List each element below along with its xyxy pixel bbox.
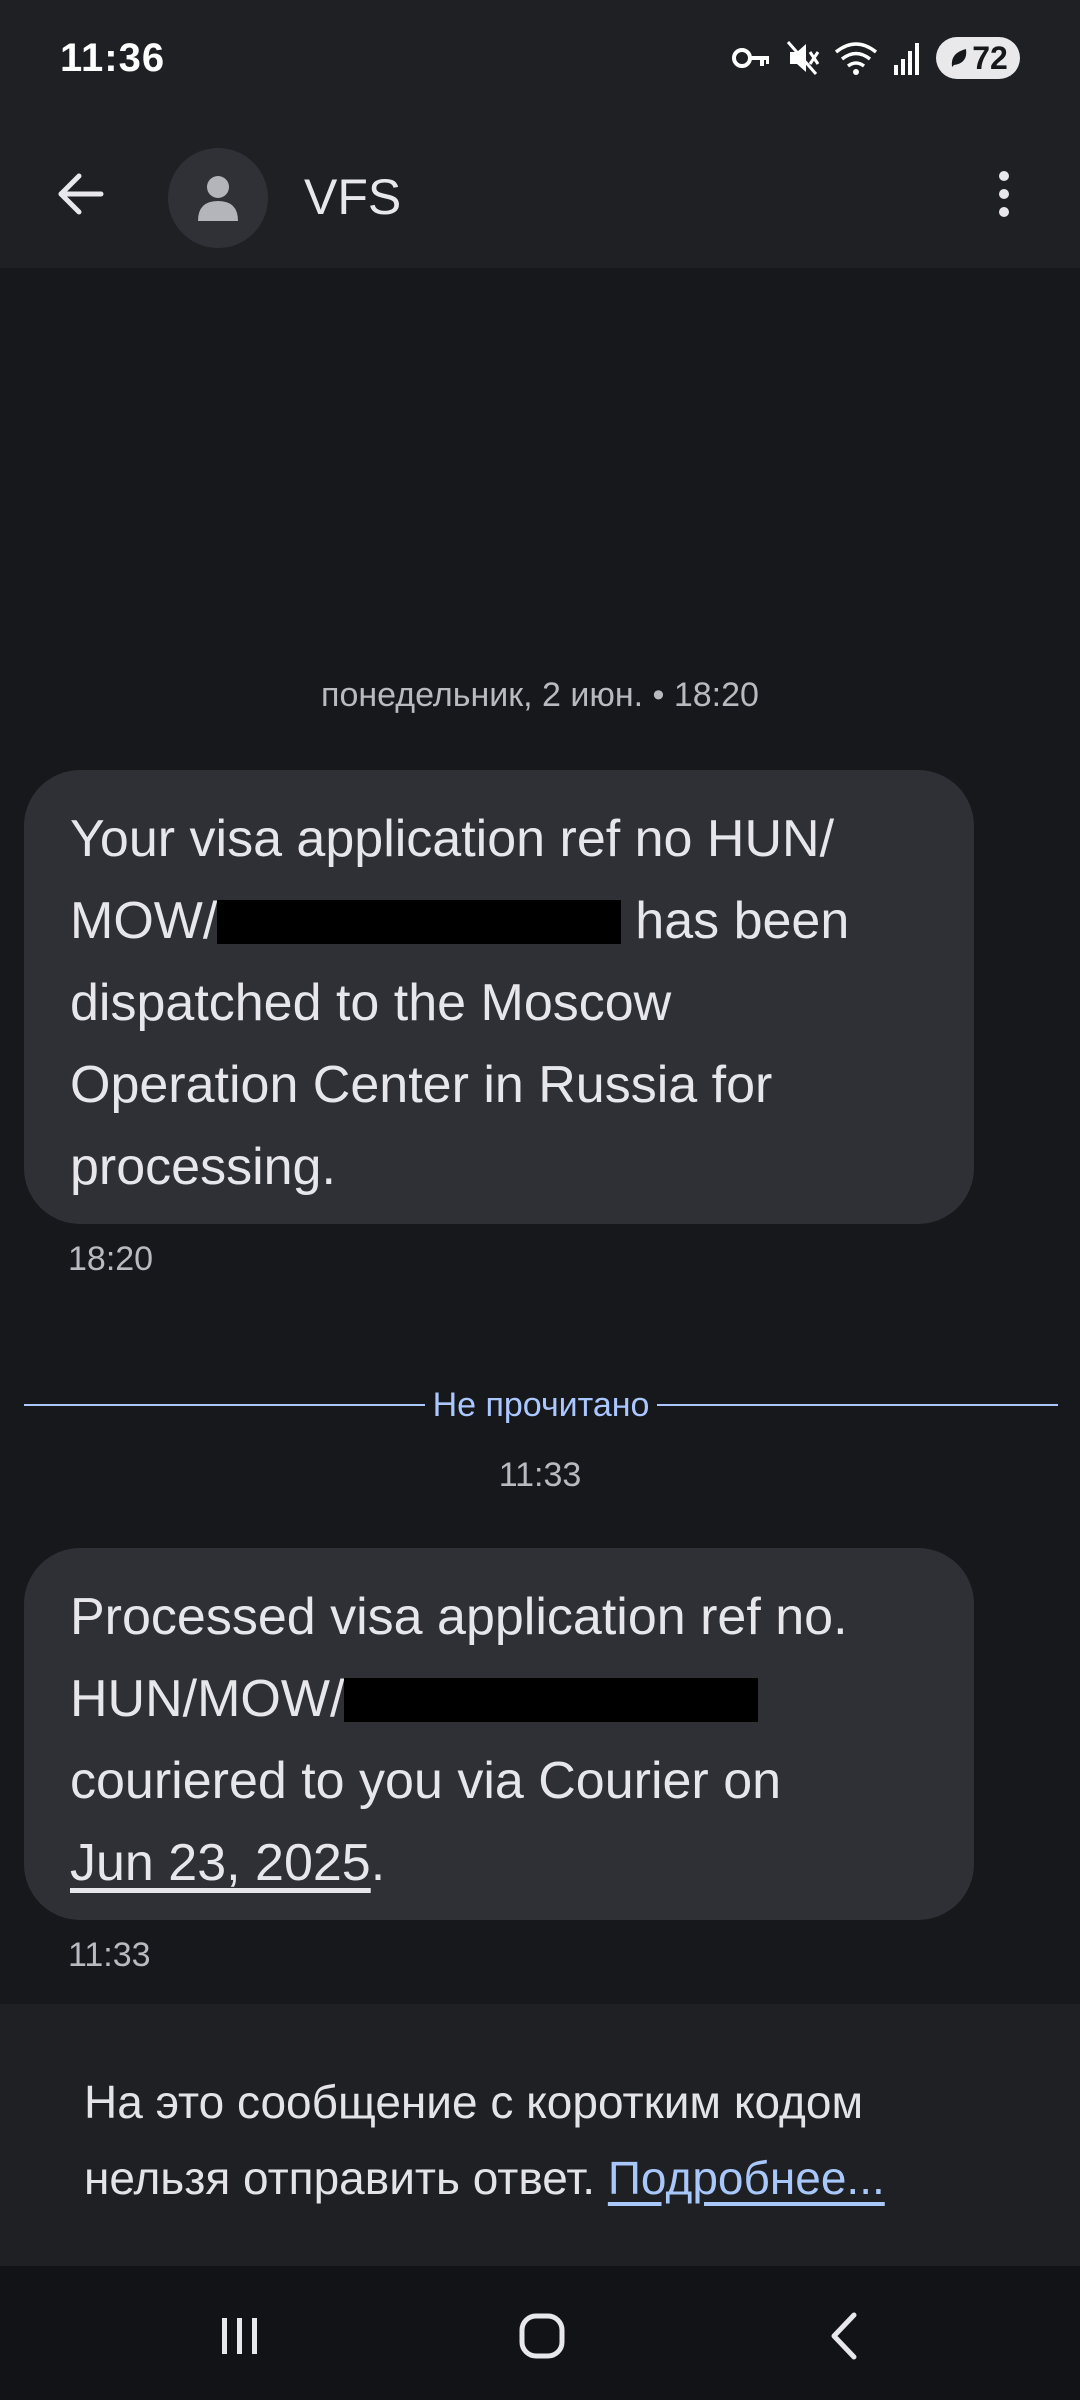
message-text: MOW/ xyxy=(70,892,218,950)
unread-divider: Не прочитано xyxy=(24,1380,1059,1430)
divider-line xyxy=(24,1404,425,1406)
back-button[interactable] xyxy=(40,154,120,234)
message-line: processing. xyxy=(70,1138,336,1196)
home-icon xyxy=(519,2313,565,2359)
navigation-bar xyxy=(0,2266,1080,2400)
battery-level: 72 xyxy=(972,39,1008,76)
short-code-notice: На это сообщение с коротким кодом нельзя… xyxy=(0,2004,1080,2266)
avatar[interactable] xyxy=(168,148,268,248)
status-time: 11:36 xyxy=(60,36,166,80)
vpn-key-icon xyxy=(732,43,772,73)
message-bubble[interactable]: Processed visa application ref no. HUN/M… xyxy=(24,1548,974,1920)
message-line: dispatched to the Moscow xyxy=(70,974,672,1032)
wifi-icon xyxy=(834,40,878,76)
home-button[interactable] xyxy=(492,2296,592,2376)
message-line: couriered to you via Courier on xyxy=(70,1752,782,1810)
unread-timestamp: 11:33 xyxy=(498,1456,582,1494)
more-vert-icon xyxy=(999,171,1009,217)
recents-button[interactable] xyxy=(190,2296,290,2376)
message-bubble[interactable]: Your visa application ref no HUN/ MOW/ha… xyxy=(24,770,974,1224)
message-line: MOW/has been xyxy=(70,880,928,962)
more-options-button[interactable] xyxy=(964,154,1044,234)
message-line: Jun 23, 2025. xyxy=(70,1822,928,1904)
redacted-ref-number xyxy=(344,1678,759,1722)
message-line: HUN/MOW/ xyxy=(70,1658,928,1740)
screen: 11:36 72 VFS понедельник, 2 июн. • 18:20… xyxy=(0,0,1080,2400)
message-line: Processed visa application ref no. xyxy=(70,1588,848,1646)
message-timestamp: 18:20 xyxy=(68,1240,154,1278)
date-header: понедельник, 2 июн. • 18:20 xyxy=(321,676,759,714)
system-back-button[interactable] xyxy=(794,2296,894,2376)
message-text: has been xyxy=(635,892,850,950)
app-bar: VFS xyxy=(0,120,1080,268)
message-text: . xyxy=(370,1834,386,1892)
date-link[interactable]: Jun 23, 2025 xyxy=(70,1834,371,1892)
message-line: Operation Center in Russia for xyxy=(70,1056,773,1114)
signal-icon xyxy=(892,41,922,75)
back-icon xyxy=(831,2312,857,2360)
redacted-ref-number xyxy=(217,900,622,944)
message-text: HUN/MOW/ xyxy=(70,1670,345,1728)
unread-label: Не прочитано xyxy=(432,1385,650,1424)
status-icons: 72 xyxy=(732,36,1020,80)
contact-name[interactable]: VFS xyxy=(304,168,401,226)
back-arrow-icon xyxy=(58,173,104,215)
message-timestamp: 11:33 xyxy=(68,1936,151,1974)
mute-icon xyxy=(786,40,820,76)
recents-icon xyxy=(222,2318,257,2354)
status-bar: 11:36 72 xyxy=(0,0,1080,120)
divider-line xyxy=(657,1404,1059,1406)
battery-icon: 72 xyxy=(936,37,1020,79)
learn-more-link[interactable]: Подробнее... xyxy=(608,2152,885,2204)
person-avatar-icon xyxy=(198,176,238,221)
message-line: Your visa application ref no HUN/ xyxy=(70,810,835,868)
